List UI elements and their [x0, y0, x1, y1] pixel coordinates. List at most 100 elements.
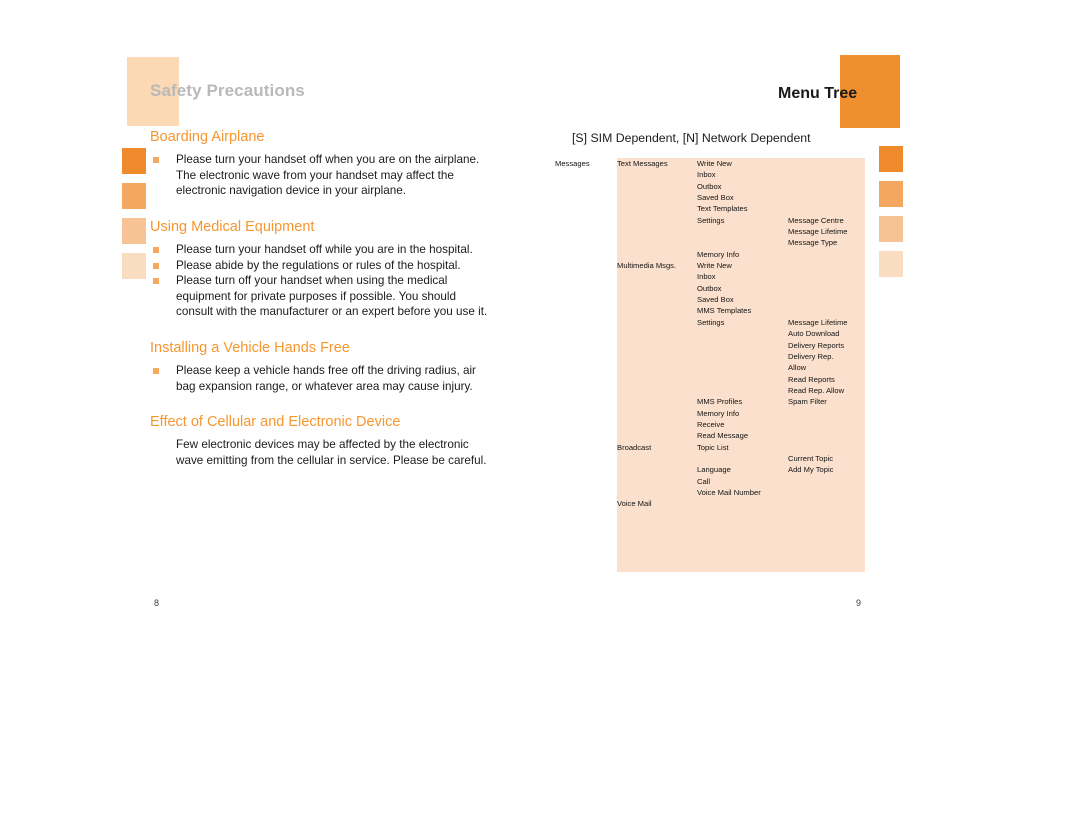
table-row: Saved Box	[553, 294, 865, 305]
table-row: Read Rep. Allow	[553, 385, 865, 396]
list-item: Please turn your handset off while you a…	[150, 242, 490, 258]
menu-tree-table: Messages Text Messages Write New Inbox Outbo…	[553, 158, 865, 572]
menu-tree-cell-c3: Receive	[697, 419, 725, 429]
list-item: Please turn your handset off when you ar…	[150, 152, 490, 199]
menu-tree-cell-c3: Outbox	[697, 181, 722, 191]
section-heading: Boarding Airplane	[150, 129, 265, 145]
menu-tree-cell-c3: Saved Box	[697, 193, 734, 203]
list-item-text: Please turn your handset off while you a…	[176, 243, 473, 257]
menu-tree-cell-c1: Messages	[555, 159, 590, 168]
section-bullet-list: Please keep a vehicle hands free off the…	[150, 363, 490, 394]
bullet-square-icon	[153, 157, 159, 164]
decorative-square	[879, 251, 903, 277]
table-row: Text Templates	[553, 203, 865, 214]
menu-tree-cell-c3: Language	[697, 465, 731, 475]
table-row: Delivery Rep.	[553, 351, 865, 362]
menu-tree-cell-c3: Write New	[697, 261, 732, 271]
decorative-square	[122, 183, 146, 209]
bullet-square-icon	[153, 368, 159, 375]
table-row: Outbox	[553, 283, 865, 294]
menu-tree-cell-c3: Voice Mail Number	[697, 487, 761, 497]
table-row: Messages Text Messages Write New	[553, 158, 865, 169]
table-row: MMS Templates	[553, 305, 865, 316]
decorative-square	[879, 216, 903, 242]
table-row: Inbox	[553, 271, 865, 282]
table-row: Message Type	[553, 237, 865, 248]
menu-tree-cell-c3: Outbox	[697, 283, 722, 293]
table-row: Read Message	[553, 430, 865, 441]
section-bullet-list: Please turn your handset off when you ar…	[150, 152, 490, 199]
list-item-text: Please keep a vehicle hands free off the…	[176, 364, 476, 393]
bullet-square-icon	[153, 247, 159, 254]
menu-tree-cell-c4: Spam Filter	[788, 397, 827, 407]
menu-tree-cell-c3: Saved Box	[697, 295, 734, 305]
table-row: Outbox	[553, 181, 865, 192]
table-row: Settings Message Centre	[553, 215, 865, 226]
menu-tree-cell-c2: Broadcast	[617, 442, 652, 452]
table-row: Inbox	[553, 169, 865, 180]
page-number-left: 8	[154, 598, 160, 608]
menu-tree-cell-c4: Message Lifetime	[788, 227, 848, 237]
table-row: Receive	[553, 419, 865, 430]
table-row: Read Reports	[553, 374, 865, 385]
menu-tree-cell-c3: Call	[697, 476, 711, 486]
section-heading: Installing a Vehicle Hands Free	[150, 340, 350, 356]
list-item-text: Please turn your handset off when you ar…	[176, 153, 480, 198]
menu-tree-cell-c3: Write New	[697, 159, 732, 168]
decorative-square	[879, 146, 903, 172]
manual-spread: Safety Precautions Boarding Airplane Ple…	[0, 0, 1080, 834]
table-row: Current Topic	[553, 453, 865, 464]
table-row: Multimedia Msgs. Write New	[553, 260, 865, 271]
table-row: Call	[553, 476, 865, 487]
list-item: Please turn off your handset when using …	[150, 273, 490, 320]
list-item: Please abide by the regulations or rules…	[150, 258, 490, 274]
table-row: Language Add My Topic	[553, 464, 865, 475]
table-row: Auto Download	[553, 328, 865, 339]
menu-tree-cell-c3: Settings	[697, 317, 725, 327]
menu-tree-legend: [S] SIM Dependent, [N] Network Dependent	[572, 131, 811, 145]
menu-tree-cell-c3: Memory Info	[697, 249, 740, 259]
menu-tree-cell-c3: Read Message	[697, 431, 749, 441]
menu-tree-cell-c3: Topic List	[697, 442, 729, 452]
menu-tree-cell-c4: Delivery Reports	[788, 340, 845, 350]
section-paragraph: Few electronic devices may be affected b…	[176, 438, 487, 468]
menu-tree-cell-c3: Memory Info	[697, 408, 740, 418]
menu-tree-cell-c4: Delivery Rep.	[788, 351, 834, 361]
section-heading: Effect of Cellular and Electronic Device	[150, 414, 401, 431]
bullet-square-icon	[153, 278, 159, 285]
section-heading: Using Medical Equipment	[150, 218, 315, 235]
menu-tree-cell-c4: Read Reports	[788, 374, 835, 384]
decorative-square	[122, 148, 146, 174]
bullet-square-icon	[153, 262, 159, 269]
table-row: Message Lifetime	[553, 226, 865, 237]
table-row: Saved Box	[553, 192, 865, 203]
table-row: Delivery Reports	[553, 340, 865, 351]
table-row: Memory Info	[553, 249, 865, 260]
page-number-right: 9	[856, 598, 862, 608]
table-row: Allow	[553, 362, 865, 373]
table-row: Settings Message Lifetime	[553, 317, 865, 328]
menu-tree-cell-c4: Add My Topic	[788, 465, 834, 475]
table-row: Voice Mail	[553, 498, 865, 509]
menu-tree-cell-c4: Read Rep. Allow	[788, 385, 845, 395]
table-row: Broadcast Topic List	[553, 442, 865, 453]
menu-tree-cell-c3: Inbox	[697, 272, 716, 282]
page-title-right: Menu Tree	[778, 85, 858, 102]
safety-content: Boarding Airplane Please turn your hands…	[150, 128, 490, 469]
menu-tree-cell-c4: Auto Download	[788, 329, 840, 339]
menu-tree-rows: Messages Text Messages Write New Inbox Outbo…	[553, 158, 865, 510]
section-bullet-list: Please turn your handset off while you a…	[150, 242, 490, 320]
decorative-square-strip-left	[122, 148, 146, 288]
table-row: Voice Mail Number	[553, 487, 865, 498]
menu-tree-cell-c2: Multimedia Msgs.	[617, 261, 677, 271]
menu-tree-cell-c3: Settings	[697, 215, 725, 225]
menu-tree-cell-c2: Text Messages	[617, 159, 668, 168]
left-page: Safety Precautions Boarding Airplane Ple…	[0, 0, 540, 834]
menu-tree-cell-c3: MMS Templates	[697, 306, 752, 316]
menu-tree-cell-c4: Message Lifetime	[788, 317, 848, 327]
menu-tree-cell-c4: Message Type	[788, 238, 838, 248]
decorative-square	[879, 181, 903, 207]
list-item: Please keep a vehicle hands free off the…	[150, 363, 490, 394]
list-item-text: Please abide by the regulations or rules…	[176, 258, 461, 272]
table-row: Memory Info	[553, 408, 865, 419]
